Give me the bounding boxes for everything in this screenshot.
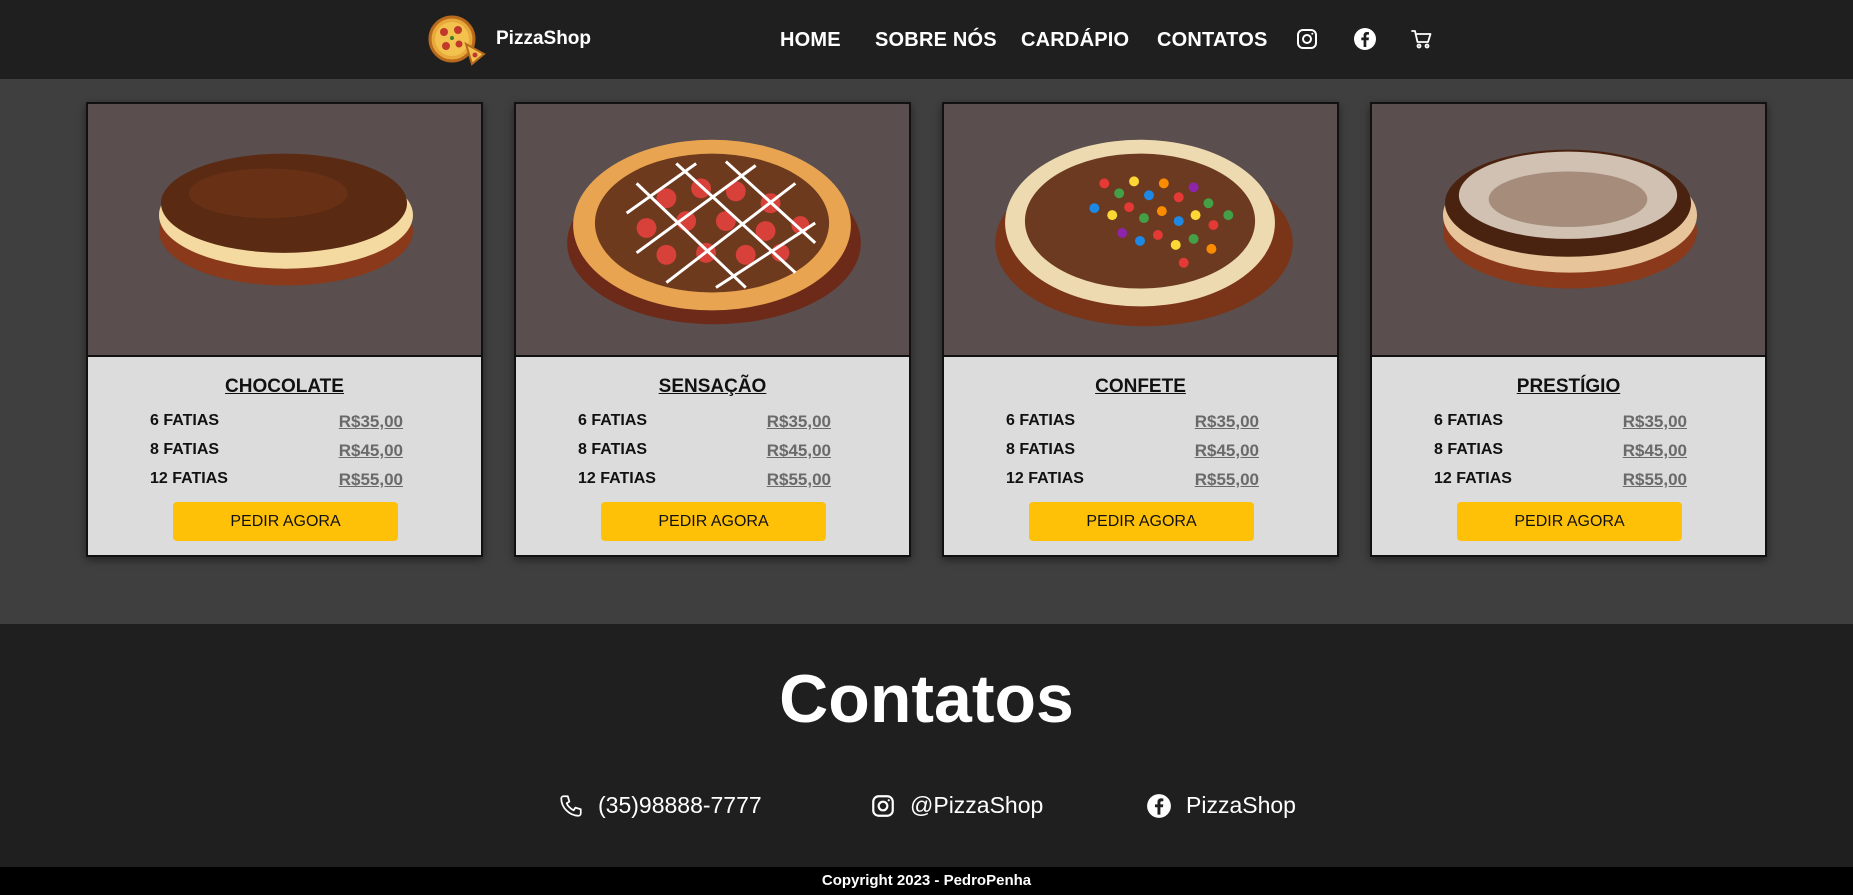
order-now-button[interactable]: PEDIR AGORA <box>1457 502 1682 541</box>
pizza-card-confete: CONFETE 6 FATIAS R$35,00 8 FATIAS R$45,0… <box>942 102 1339 557</box>
order-now-button[interactable]: PEDIR AGORA <box>1029 502 1254 541</box>
footer-copyright: Copyright 2023 - PedroPenha <box>0 867 1853 895</box>
size-label: 8 FATIAS <box>150 441 220 458</box>
instagram-icon <box>872 794 894 817</box>
size-label: 6 FATIAS <box>578 412 648 429</box>
price-link[interactable]: R$55,00 <box>339 470 403 490</box>
top-header: PizzaShop HOME SOBRE NÓS CARDÁPIO CONTAT… <box>0 0 1853 79</box>
size-label: 6 FATIAS <box>150 412 220 429</box>
card-title: CHOCOLATE <box>225 376 344 397</box>
price-link[interactable]: R$55,00 <box>1195 470 1259 490</box>
phone-icon <box>560 794 582 817</box>
order-now-button[interactable]: PEDIR AGORA <box>601 502 826 541</box>
price-link[interactable]: R$55,00 <box>1623 470 1687 490</box>
card-title: SENSAÇÃO <box>658 376 767 397</box>
price-link[interactable]: R$45,00 <box>339 441 403 461</box>
price-link[interactable]: R$35,00 <box>767 412 831 432</box>
price-link[interactable]: R$35,00 <box>1623 412 1687 432</box>
nav-sobre-nos[interactable]: SOBRE NÓS <box>875 29 997 52</box>
pizza-card-chocolate: CHOCOLATE 6 FATIAS R$35,00 8 FATIAS R$45… <box>86 102 483 557</box>
nav-contatos[interactable]: CONTATOS <box>1157 29 1268 52</box>
size-label: 12 FATIAS <box>578 470 656 487</box>
facebook-icon[interactable] <box>1353 27 1377 51</box>
size-label: 6 FATIAS <box>1434 412 1504 429</box>
pizza-image-sensacao <box>516 104 909 357</box>
size-label: 12 FATIAS <box>150 470 228 487</box>
price-link[interactable]: R$45,00 <box>767 441 831 461</box>
contacts-title: Contatos <box>779 661 1074 737</box>
nav-cardapio[interactable]: CARDÁPIO <box>1021 29 1129 52</box>
phone-number: (35)98888-7777 <box>598 792 762 818</box>
instagram-handle: @PizzaShop <box>910 792 1044 818</box>
size-label: 8 FATIAS <box>1434 441 1504 458</box>
pizza-card-prestigio: PRESTÍGIO 6 FATIAS R$35,00 8 FATIAS R$45… <box>1370 102 1767 557</box>
pizza-image-chocolate <box>88 104 481 357</box>
size-label: 12 FATIAS <box>1006 470 1084 487</box>
card-title: CONFETE <box>1095 376 1186 397</box>
facebook-icon <box>1147 793 1171 818</box>
pizza-image-confete <box>944 104 1337 357</box>
size-label: 12 FATIAS <box>1434 470 1512 487</box>
contacts-section: Contatos (35)98888-7777 @PizzaShop Pizza… <box>0 624 1853 867</box>
card-title: PRESTÍGIO <box>1516 376 1621 397</box>
contact-phone[interactable]: (35)98888-7777 <box>558 792 762 819</box>
price-link[interactable]: R$55,00 <box>767 470 831 490</box>
pizza-image-prestigio <box>1372 104 1765 357</box>
contact-facebook[interactable]: PizzaShop <box>1146 792 1296 819</box>
size-label: 6 FATIAS <box>1006 412 1076 429</box>
brand-name[interactable]: PizzaShop <box>496 28 591 50</box>
price-link[interactable]: R$35,00 <box>1195 412 1259 432</box>
contact-instagram[interactable]: @PizzaShop <box>870 792 1043 819</box>
price-link[interactable]: R$45,00 <box>1195 441 1259 461</box>
size-label: 8 FATIAS <box>578 441 648 458</box>
cart-icon[interactable] <box>1410 27 1434 51</box>
pizza-card-sensacao: SENSAÇÃO 6 FATIAS R$35,00 8 FATIAS R$45,… <box>514 102 911 557</box>
facebook-name: PizzaShop <box>1186 792 1296 818</box>
nav-home[interactable]: HOME <box>780 29 841 52</box>
instagram-icon[interactable] <box>1295 27 1319 51</box>
price-link[interactable]: R$45,00 <box>1623 441 1687 461</box>
pizza-logo-icon[interactable] <box>426 14 488 66</box>
size-label: 8 FATIAS <box>1006 441 1076 458</box>
price-link[interactable]: R$35,00 <box>339 412 403 432</box>
order-now-button[interactable]: PEDIR AGORA <box>173 502 398 541</box>
